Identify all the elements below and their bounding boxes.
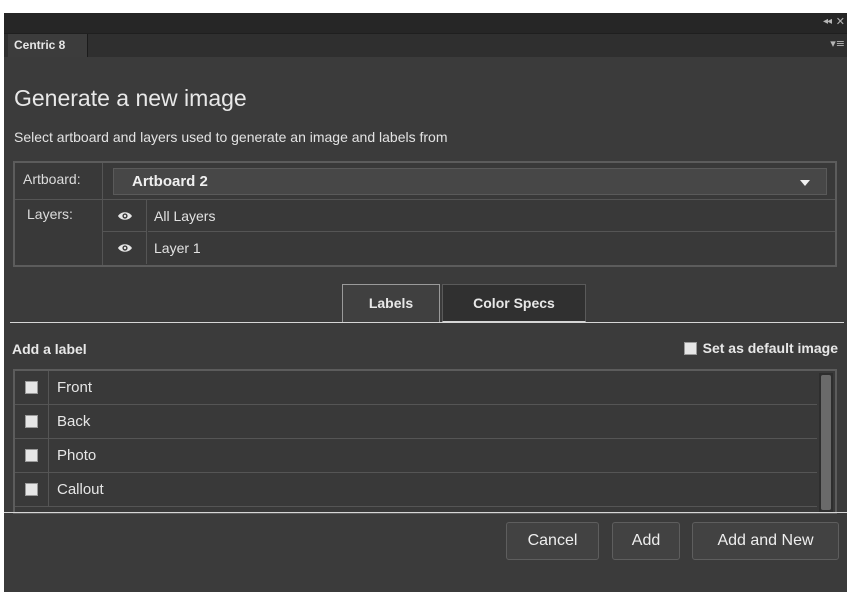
footer-divider — [4, 512, 847, 513]
label-checkbox[interactable] — [25, 449, 38, 462]
layer-item-all-layers[interactable]: All Layers — [148, 200, 835, 232]
checkbox-cell — [15, 371, 49, 404]
label-text: Photo — [57, 447, 97, 464]
artboard-dropdown-value: Artboard 2 — [132, 173, 208, 190]
dropdown-arrow-icon — [800, 180, 810, 186]
tab-labels[interactable]: Labels — [342, 284, 440, 322]
layer-item-layer-1[interactable]: Layer 1 — [148, 232, 835, 264]
cancel-button[interactable]: Cancel — [506, 522, 599, 560]
label-text: Front — [57, 379, 93, 396]
layer-visibility-toggle[interactable] — [103, 232, 147, 264]
artboard-label: Artboard: — [15, 163, 103, 200]
set-default-label: Set as default image — [702, 340, 838, 356]
layers-label: Layers: — [15, 200, 103, 265]
add-button[interactable]: Add — [612, 522, 680, 560]
centric-panel: ◂◂ ✕ Centric 8 ▾≡ Generate a new image S… — [0, 0, 847, 592]
artboard-layer-selector: Artboard: Artboard 2 Layers: All Layers — [13, 161, 837, 267]
add-and-new-button[interactable]: Add and New — [692, 522, 839, 560]
panel-tab-bar: Centric 8 ▾≡ — [4, 33, 847, 58]
list-scrollbar[interactable] — [819, 373, 833, 512]
label-checkbox[interactable] — [25, 415, 38, 428]
label-text: Callout — [57, 481, 104, 498]
list-item[interactable]: Callout — [15, 473, 817, 507]
page-subtitle: Select artboard and layers used to gener… — [14, 129, 448, 145]
page-title: Generate a new image — [14, 85, 247, 111]
scrollbar-thumb[interactable] — [821, 375, 831, 510]
panel-tab-centric[interactable]: Centric 8 — [8, 34, 88, 57]
list-item[interactable]: Photo — [15, 439, 817, 473]
checkbox-cell — [15, 473, 49, 506]
add-label-heading: Add a label — [12, 341, 87, 357]
list-item[interactable]: Front — [15, 371, 817, 405]
panel-title-bar: ◂◂ ✕ — [4, 13, 847, 33]
checkbox-cell — [15, 405, 49, 438]
set-default-checkbox[interactable] — [683, 341, 697, 355]
label-checkbox[interactable] — [25, 381, 38, 394]
panel-menu-icon[interactable]: ▾≡ — [830, 37, 845, 50]
tab-color-specs[interactable]: Color Specs — [442, 284, 586, 322]
artboard-dropdown[interactable]: Artboard 2 — [113, 168, 827, 195]
label-text: Back — [57, 413, 91, 430]
layer-visibility-toggle[interactable] — [103, 200, 147, 232]
labels-list: Front Back Photo Callout — [13, 369, 837, 514]
tab-divider — [10, 322, 844, 323]
set-default-image-option[interactable]: Set as default image — [683, 340, 838, 356]
label-checkbox[interactable] — [25, 483, 38, 496]
list-item[interactable]: Back — [15, 405, 817, 439]
double-chevron-left-icon[interactable]: ◂◂ — [823, 16, 832, 27]
checkbox-cell — [15, 439, 49, 472]
eye-icon — [117, 244, 132, 252]
close-icon[interactable]: ✕ — [836, 15, 845, 28]
panel-body: Generate a new image Select artboard and… — [4, 57, 847, 592]
eye-icon — [117, 211, 132, 220]
